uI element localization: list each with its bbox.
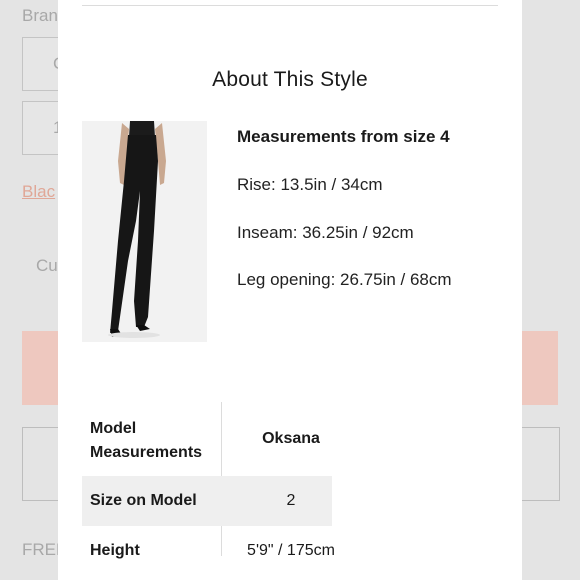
leg-opening-measurement: Leg opening: 26.75in / 68cm [237, 270, 452, 289]
model-name: Oksana [262, 430, 320, 447]
measurements-heading: Measurements from size 4 [237, 127, 450, 146]
model-pants-illustration [82, 121, 207, 342]
about-style-modal: About This Style Measurements from size … [58, 0, 522, 580]
modal-title: About This Style [212, 68, 368, 91]
cu-label: Cu [36, 256, 58, 275]
height-value: 5'9" / 175cm [247, 542, 335, 559]
color-link[interactable]: Blac [22, 182, 55, 202]
size-on-model-label: Size on Model [90, 492, 197, 509]
modal-divider [82, 5, 498, 6]
brand-label: Bran [22, 6, 58, 25]
rise-measurement: Rise: 13.5in / 34cm [237, 175, 383, 194]
table-row: Size on Model 2 [82, 476, 332, 526]
model-measurements-label: Model Measurements [90, 420, 203, 461]
height-label: Height [90, 542, 140, 559]
model-table-header-row: Model Measurements Oksana [82, 414, 332, 466]
inseam-measurement: Inseam: 36.25in / 92cm [237, 223, 414, 242]
size-on-model-value: 2 [286, 492, 296, 509]
table-row: Height 5'9" / 175cm [82, 542, 335, 580]
product-image [82, 121, 207, 342]
